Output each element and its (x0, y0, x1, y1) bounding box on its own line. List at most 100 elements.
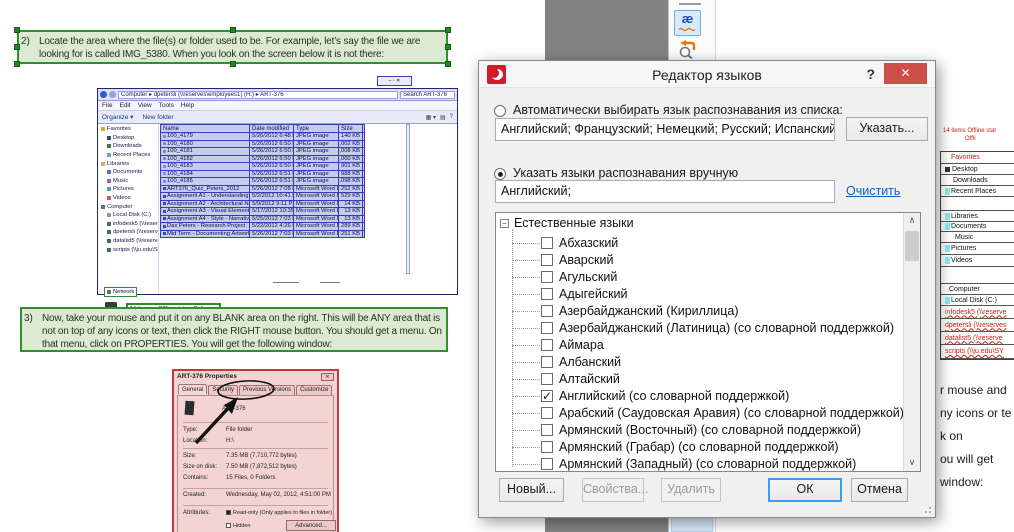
language-checkbox[interactable] (541, 339, 553, 351)
language-row[interactable]: Английский (со словарной поддержкой) (496, 388, 903, 405)
property-value: 15 Files, 0 Folders (226, 475, 275, 481)
collapse-icon[interactable]: − (500, 219, 509, 228)
text-region-step3[interactable]: 3) Now, take your mouse and put it on an… (20, 307, 448, 352)
file-cell: 140 KB (339, 133, 363, 140)
file-row: Assignment A3 - Visual Elements5/17/2012… (160, 208, 365, 216)
language-checkbox[interactable] (541, 390, 553, 402)
verify-tool-button[interactable] (676, 40, 698, 59)
dialog-title-bar[interactable]: Редактор языков ? ✕ (479, 61, 935, 88)
selection-handle[interactable] (230, 61, 236, 67)
manual-languages-field[interactable]: Английский; (495, 180, 835, 203)
nav-label: Desktop (113, 135, 134, 141)
selection-handle[interactable] (14, 27, 20, 33)
language-checkbox[interactable] (541, 271, 553, 283)
file-cell: 252 KB (339, 186, 363, 193)
image-pane[interactable]: 2) Locate the area where the file(s) or … (0, 0, 545, 532)
view-icons: ▦ ▾▤? (426, 114, 453, 121)
language-list[interactable]: − Естественные языки АбхазскийАварскийАг… (495, 212, 921, 472)
sidebar-item-libraries: Libraries (98, 159, 158, 168)
language-checkbox[interactable] (541, 356, 553, 368)
language-checkbox[interactable] (541, 373, 553, 385)
language-row[interactable]: Азербайджанский (Кириллица) (496, 303, 903, 320)
language-checkbox[interactable] (541, 424, 553, 436)
specify-button[interactable]: Указать... (846, 117, 928, 141)
language-checkbox[interactable] (541, 237, 553, 249)
file-row: Assignment A1 - Understanding Narrative5… (160, 193, 365, 201)
language-label: Албанский (559, 355, 621, 369)
language-row[interactable]: Абхазский (496, 235, 903, 252)
file-cell: JPEG image (294, 141, 339, 148)
sidebar-item-desktop: Desktop (98, 134, 158, 143)
language-row[interactable]: Аварский (496, 252, 903, 269)
scroll-down-icon[interactable]: ∨ (904, 455, 920, 471)
separator (183, 422, 328, 423)
file-icon (163, 180, 166, 183)
recognition-language-button[interactable]: æ (674, 10, 701, 36)
language-label: Английский (со словарной поддержкой) (559, 389, 789, 403)
language-row[interactable]: Адыгейский (496, 286, 903, 303)
properties-button[interactable]: Свойства... (582, 478, 644, 502)
selection-handle[interactable] (445, 44, 451, 50)
selection-handle[interactable] (14, 61, 20, 67)
property-label: Size: (183, 453, 196, 459)
language-checkbox[interactable] (541, 288, 553, 300)
resize-grip[interactable] (929, 511, 931, 513)
auto-languages-field[interactable]: Английский; Французский; Немецкий; Русск… (495, 118, 835, 141)
language-checkbox[interactable] (541, 458, 553, 470)
language-row[interactable]: Агульский (496, 269, 903, 286)
selection-handle[interactable] (445, 61, 451, 67)
language-checkbox[interactable] (541, 305, 553, 317)
tree-root-row[interactable]: − Естественные языки (496, 216, 903, 233)
language-row[interactable]: Арабский (Саудовская Аравия) (со словарн… (496, 405, 903, 422)
explorer-menu-item: File (102, 102, 112, 109)
nav-label: Favorites (107, 126, 131, 132)
language-row[interactable]: Азербайджанский (Латиница) (со словарной… (496, 320, 903, 337)
scroll-up-icon[interactable]: ∧ (904, 213, 920, 229)
file-cell: 1,060 KB (339, 156, 363, 163)
language-checkbox[interactable] (541, 441, 553, 453)
language-row[interactable]: Армянский (Грабар) (со словарной поддерж… (496, 439, 903, 456)
language-row[interactable]: Армянский (Западный) (со словарной подде… (496, 456, 903, 471)
sidebar-item-network: infodesk5 (\\reserve... (98, 220, 158, 229)
ok-button[interactable]: ОК (768, 478, 842, 502)
file-cell: Assignment A1 - Understanding Narrative (161, 193, 250, 200)
language-checkbox[interactable] (541, 407, 553, 419)
delete-button[interactable]: Удалить (661, 478, 721, 502)
explorer-toolbar: Organize ▾ New folder ▦ ▾▤? (98, 111, 457, 124)
close-button[interactable]: ✕ (884, 63, 927, 84)
language-row[interactable]: Аймара (496, 337, 903, 354)
file-cell: 5/9/2012 9:11 PM (250, 201, 294, 208)
new-button[interactable]: Новый... (499, 478, 564, 502)
scrollbar-thumb[interactable] (905, 231, 919, 261)
language-label: Армянский (Грабар) (со словарной поддерж… (559, 440, 839, 454)
explorer-menu-bar: FileEditViewToolsHelp (98, 101, 457, 111)
help-button[interactable]: ? (866, 66, 875, 82)
file-cell: 5/26/2012 6:50 PM (250, 156, 294, 163)
auto-language-radio[interactable] (494, 105, 506, 117)
ocr-row: Pictures (941, 243, 1014, 255)
sidebar-item-videos: Videos (98, 194, 158, 203)
cancel-button[interactable]: Отмена (851, 478, 908, 502)
text-region-step2[interactable]: 2) Locate the area where the file(s) or … (17, 30, 448, 64)
explorer-scrollbar (406, 124, 410, 274)
language-checkbox[interactable] (541, 254, 553, 266)
language-row[interactable]: Алтайский (496, 371, 903, 388)
ocr-text-line: window: (940, 475, 983, 489)
auto-language-label: Автоматически выбирать язык распознавани… (513, 103, 843, 117)
property-value: Wednesday, May 02, 2012, 4:51:00 PM (226, 492, 331, 498)
folder-name: ART-376 (222, 406, 246, 412)
language-checkbox[interactable] (541, 322, 553, 334)
language-row[interactable]: Албанский (496, 354, 903, 371)
explorer-menu-item: Help (181, 102, 194, 109)
file-cell: Microsoft Word D... (294, 193, 339, 200)
selection-handle[interactable] (445, 27, 451, 33)
selection-handle[interactable] (14, 44, 20, 50)
language-row[interactable]: Армянский (Восточный) (со словарной подд… (496, 422, 903, 439)
selection-handle[interactable] (230, 27, 236, 33)
tree-branch (512, 277, 540, 278)
property-value: H:\ (226, 438, 234, 444)
manual-language-radio[interactable] (494, 168, 506, 180)
network-icon (107, 239, 111, 243)
clear-link[interactable]: Очистить (846, 184, 900, 198)
list-scrollbar[interactable]: ∧ ∨ (903, 213, 920, 471)
